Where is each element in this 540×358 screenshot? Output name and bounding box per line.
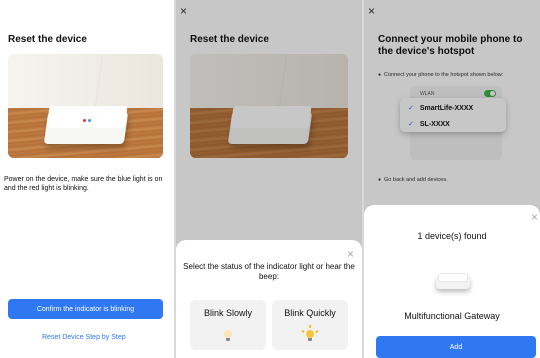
bulb-icon (224, 330, 232, 342)
sheet-close-icon[interactable]: × (347, 248, 354, 260)
device-photo (8, 54, 163, 158)
reset-step-by-step-link[interactable]: Reset Device Step by Step (42, 334, 126, 341)
confirm-indicator-button[interactable]: Confirm the indicator is blinking (8, 299, 163, 319)
devices-found-count: 1 device(s) found (417, 231, 487, 241)
status-prompt: Select the status of the indicator light… (183, 262, 355, 281)
indicator-status-sheet: × Select the status of the indicator lig… (176, 240, 362, 358)
option-label: Blink Slowly (203, 308, 252, 318)
sheet-close-icon[interactable]: × (531, 211, 538, 223)
gateway-device-icon (436, 271, 470, 291)
reset-device-screen: Reset the device Power on the device, ma… (0, 0, 174, 358)
device-found-sheet: × 1 device(s) found Multifunctional Gate… (364, 205, 540, 358)
blink-quickly-option[interactable]: Blink Quickly (272, 300, 348, 350)
device-name: Multifunctional Gateway (404, 311, 500, 321)
page-title: Reset the device (8, 34, 87, 45)
bulb-glowing-icon (301, 325, 319, 342)
add-button[interactable]: Add (376, 336, 536, 358)
indicator-status-screen: × Reset the device × Select the status o… (176, 0, 362, 358)
hotspot-connect-screen: × Connect your mobile phone to the devic… (364, 0, 540, 358)
option-label: Blink Quickly (284, 308, 336, 318)
blink-slowly-option[interactable]: Blink Slowly (190, 300, 266, 350)
instruction-text: Power on the device, make sure the blue … (4, 176, 163, 192)
